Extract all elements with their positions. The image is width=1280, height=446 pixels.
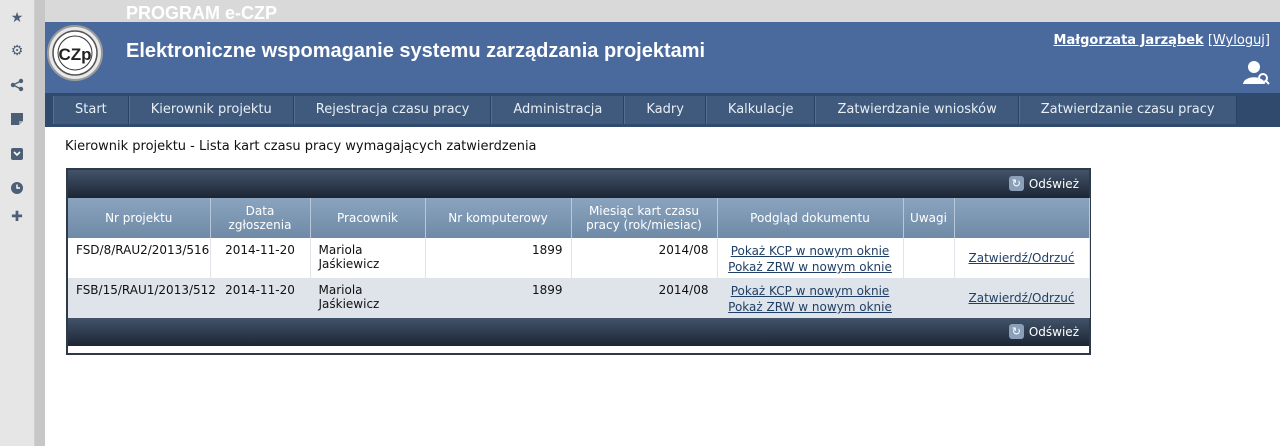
nav-zatwierdzanie-wnioskow[interactable]: Zatwierdzanie wniosków xyxy=(815,96,1019,124)
cell-action: Zatwierdź/Odrzuć xyxy=(954,238,1090,278)
approve-reject-link[interactable]: Zatwierdź/Odrzuć xyxy=(969,251,1075,265)
user-icon[interactable] xyxy=(1242,58,1270,86)
nav-rejestracja-czasu-pracy[interactable]: Rejestracja czasu pracy xyxy=(293,96,492,124)
sidebar-divider xyxy=(35,0,45,446)
show-kcp-link[interactable]: Pokaż KCP w nowym oknie xyxy=(731,244,890,258)
user-name-link[interactable]: Małgorzata Jarząbek xyxy=(1054,33,1204,48)
column-header[interactable]: Podgląd dokumentu xyxy=(717,198,904,238)
show-kcp-link[interactable]: Pokaż KCP w nowym oknie xyxy=(731,284,890,298)
cell-comp-no: 1899 xyxy=(425,238,572,278)
refresh-button-bottom[interactable]: ↻ Odśwież xyxy=(1008,324,1079,339)
user-area: Małgorzata Jarząbek [Wyloguj] xyxy=(1054,33,1270,48)
program-name: PROGRAM e-CZP xyxy=(126,3,278,23)
show-zrw-link[interactable]: Pokaż ZRW w nowym oknie xyxy=(728,300,892,314)
cell-project: FSB/15/RAU1/2013/512 xyxy=(68,278,216,318)
nav-administracja[interactable]: Administracja xyxy=(491,96,625,124)
grid-table: Nr projektu Data zgłoszenia Pracownik Nr… xyxy=(68,198,1090,318)
main-nav: Start Kierownik projektu Rejestracja cza… xyxy=(45,93,1280,127)
logout-link[interactable]: [Wyloguj] xyxy=(1208,33,1270,48)
grid-top-bar: ↻ Odśwież xyxy=(68,170,1089,198)
cell-preview: Pokaż KCP w nowym oknie Pokaż ZRW w nowy… xyxy=(717,278,904,318)
approve-reject-link[interactable]: Zatwierdź/Odrzuć xyxy=(969,291,1075,305)
refresh-icon: ↻ xyxy=(1008,176,1024,191)
table-row: FSB/15/RAU1/2013/512 2014-11-20 Mariola … xyxy=(68,278,1090,318)
nav-kadry[interactable]: Kadry xyxy=(624,96,706,124)
app-logo-text: CZp xyxy=(58,45,91,64)
cell-project: FSD/8/RAU2/2013/516 xyxy=(68,238,211,278)
nav-start[interactable]: Start xyxy=(53,96,129,124)
clock-icon[interactable] xyxy=(8,179,26,197)
nav-kalkulacje[interactable]: Kalkulacje xyxy=(705,96,816,124)
cell-notes xyxy=(903,238,955,278)
cell-action: Zatwierdź/Odrzuć xyxy=(954,278,1090,318)
app-title: Elektroniczne wspomaganie systemu zarząd… xyxy=(126,40,706,62)
note-icon[interactable] xyxy=(8,110,26,128)
column-header[interactable]: Nr projektu xyxy=(68,198,211,238)
cell-employee: Mariola Jaśkiewicz xyxy=(310,238,426,278)
cell-preview: Pokaż KCP w nowym oknie Pokaż ZRW w nowy… xyxy=(717,238,904,278)
star-icon[interactable]: ★ xyxy=(8,9,26,27)
header-banner: CZp Elektroniczne wspomaganie systemu za… xyxy=(45,22,1280,93)
cell-comp-no: 1899 xyxy=(425,278,572,318)
column-header[interactable]: Pracownik xyxy=(310,198,426,238)
grid-bottom-bar: ↻ Odśwież xyxy=(68,318,1089,346)
cell-month: 2014/08 xyxy=(571,238,718,278)
cell-notes xyxy=(903,278,955,318)
column-header[interactable]: Miesiąc kart czasu pracy (rok/miesiac) xyxy=(571,198,718,238)
nav-zatwierdzanie-czasu-pracy[interactable]: Zatwierdzanie czasu pracy xyxy=(1018,96,1237,124)
share-icon[interactable] xyxy=(8,76,26,94)
refresh-label: Odśwież xyxy=(1028,176,1079,191)
show-zrw-link[interactable]: Pokaż ZRW w nowym oknie xyxy=(728,260,892,274)
column-header xyxy=(954,198,1090,238)
app-logo: CZp xyxy=(47,25,103,81)
left-sidebar: ★ ⚙ ✚ xyxy=(0,0,35,446)
page-title: Kierownik projektu - Lista kart czasu pr… xyxy=(65,139,537,154)
refresh-label: Odśwież xyxy=(1028,324,1079,339)
cell-date: 2014-11-20 xyxy=(210,238,311,278)
plus-icon[interactable]: ✚ xyxy=(8,208,26,226)
refresh-icon: ↻ xyxy=(1008,324,1024,339)
gear-icon[interactable]: ⚙ xyxy=(8,42,26,60)
column-header[interactable]: Data zgłoszenia xyxy=(210,198,311,238)
refresh-button-top[interactable]: ↻ Odśwież xyxy=(1008,176,1079,191)
column-header[interactable]: Nr komputerowy xyxy=(425,198,572,238)
column-header[interactable]: Uwagi xyxy=(903,198,955,238)
nav-kierownik-projektu[interactable]: Kierownik projektu xyxy=(128,96,294,124)
table-row: FSD/8/RAU2/2013/516 2014-11-20 Mariola J… xyxy=(68,238,1090,278)
cell-month: 2014/08 xyxy=(571,278,718,318)
cell-employee: Mariola Jaśkiewicz xyxy=(310,278,426,318)
cell-date: 2014-11-20 xyxy=(210,278,311,318)
timesheet-grid: ↻ Odśwież Nr projektu Data zgłoszenia Pr… xyxy=(66,168,1091,355)
main-content: Kierownik projektu - Lista kart czasu pr… xyxy=(45,127,1280,446)
inbox-icon[interactable] xyxy=(8,145,26,163)
